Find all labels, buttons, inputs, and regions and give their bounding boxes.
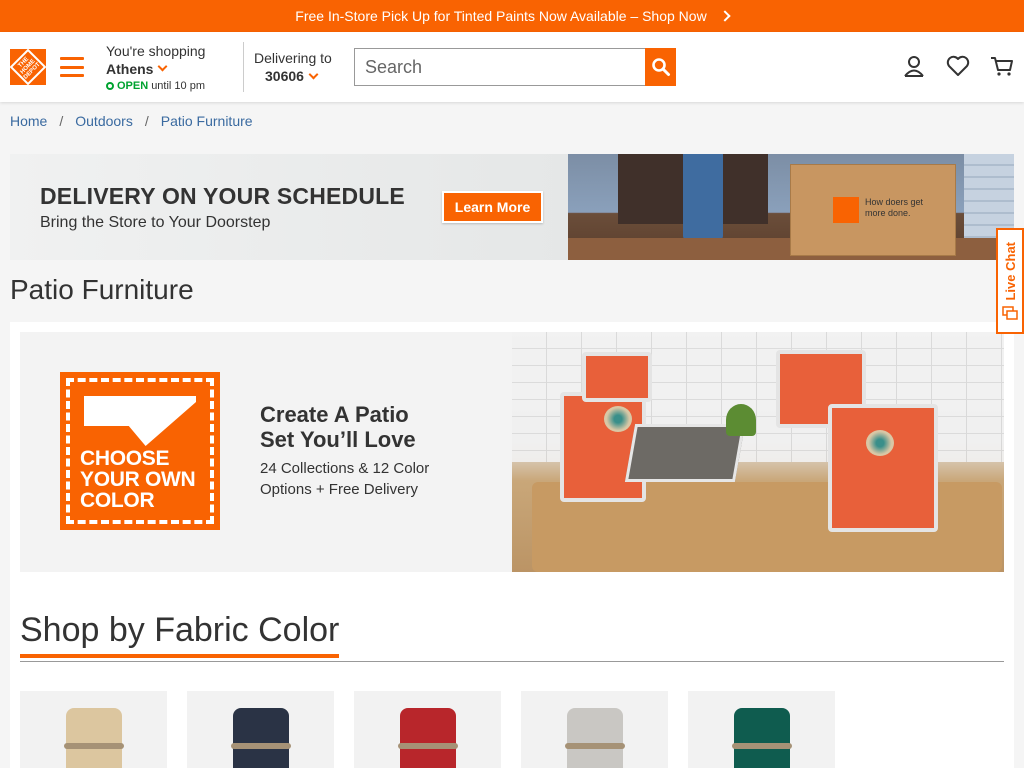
menu-icon[interactable] (60, 57, 84, 77)
chevron-down-icon (158, 61, 168, 72)
delivery-box-image: How doers get more done. (790, 164, 956, 256)
patio-set-photo (512, 332, 1004, 572)
chat-bubble-icon (1002, 306, 1018, 320)
cushion-image (567, 708, 623, 768)
fabric-swatch-red[interactable] (354, 691, 501, 768)
cushion-image (400, 708, 456, 768)
chair-arm-image (398, 743, 458, 749)
fabric-swatch-beige[interactable] (20, 691, 167, 768)
home-depot-logo[interactable]: THE HOME DEPOT (9, 48, 47, 86)
stamp-text: CHOOSE YOUR OWN COLOR (80, 447, 196, 512)
account-icon[interactable] (902, 54, 926, 78)
delivery-zip-selector[interactable]: Delivering to 30606 (254, 50, 344, 84)
paintbrush-icon (84, 396, 196, 446)
banner-photo: How doers get more done. (568, 154, 1014, 260)
promo-text[interactable]: Free In-Store Pick Up for Tinted Paints … (295, 8, 706, 24)
hero-headline-line2: Set You’ll Love (260, 427, 416, 452)
breadcrumb-patio-furniture[interactable]: Patio Furniture (161, 113, 253, 129)
breadcrumb-separator: / (59, 113, 64, 129)
store-label: You're shopping (106, 42, 206, 59)
choose-your-color-hero[interactable]: CHOOSE YOUR OWN COLOR Create A Patio Set… (20, 332, 1004, 572)
banner-headline: DELIVERY ON YOUR SCHEDULE (40, 182, 405, 209)
banner-subhead: Bring the Store to Your Doorstep (40, 213, 271, 231)
choose-color-stamp: CHOOSE YOUR OWN COLOR (60, 372, 220, 530)
box-tagline: How doers get more done. (865, 197, 924, 218)
cushion-image (66, 708, 122, 768)
header-actions (902, 54, 1014, 78)
store-status: OPEN (117, 79, 149, 92)
fabric-section-header: Shop by Fabric Color (20, 608, 1004, 662)
header-divider (243, 42, 244, 92)
cart-icon[interactable] (990, 54, 1014, 78)
search-icon (651, 58, 670, 76)
delivery-zip: 30606 (265, 68, 304, 84)
logo-text: THE HOME DEPOT (9, 48, 47, 86)
chair-arm-image (231, 743, 291, 749)
store-name: Athens (106, 60, 154, 77)
store-selector[interactable]: You're shopping Athens OPEN until 10 pm (106, 43, 231, 92)
open-status-icon (106, 81, 114, 90)
page-title: Patio Furniture (10, 274, 194, 305)
store-hours: until 10 pm (151, 79, 205, 92)
favorites-heart-icon[interactable] (946, 54, 970, 78)
fabric-heading: Shop by Fabric Color (20, 608, 340, 658)
chair-arm-image (732, 743, 792, 749)
header: THE HOME DEPOT You're shopping Athens OP… (0, 32, 1024, 102)
cushion-image (734, 708, 790, 768)
chair-arm-image (64, 743, 124, 749)
search-bar (354, 48, 676, 86)
chair-arm-image (565, 743, 625, 749)
live-chat-tab[interactable]: Live Chat (996, 228, 1024, 334)
fabric-swatch-green[interactable] (688, 691, 835, 768)
delivery-label: Delivering to (254, 50, 332, 66)
promo-bar[interactable]: Free In-Store Pick Up for Tinted Paints … (0, 0, 1024, 32)
search-input[interactable] (354, 48, 645, 86)
fabric-swatch-gray[interactable] (521, 691, 668, 768)
fabric-swatch-navy[interactable] (187, 691, 334, 768)
delivery-banner[interactable]: DELIVERY ON YOUR SCHEDULE Bring the Stor… (10, 154, 1014, 260)
chevron-right-icon (719, 10, 731, 22)
hero-desc-line2: Options + Free Delivery (260, 481, 418, 498)
fabric-swatch-list (20, 691, 835, 768)
learn-more-button[interactable]: Learn More (442, 191, 543, 223)
box-logo-icon (833, 197, 859, 223)
cushion-image (233, 708, 289, 768)
breadcrumb: Home / Outdoors / Patio Furniture (0, 102, 1024, 140)
hero-desc-line1: 24 Collections & 12 Color (260, 460, 430, 477)
breadcrumb-home[interactable]: Home (10, 113, 47, 129)
chevron-down-icon (308, 69, 319, 79)
hero-headline-line1: Create A Patio (260, 402, 409, 427)
live-chat-label: Live Chat (1002, 241, 1018, 301)
search-button[interactable] (645, 48, 676, 86)
main-content: CHOOSE YOUR OWN COLOR Create A Patio Set… (10, 322, 1014, 768)
breadcrumb-separator: / (144, 113, 149, 129)
breadcrumb-outdoors[interactable]: Outdoors (75, 113, 133, 129)
